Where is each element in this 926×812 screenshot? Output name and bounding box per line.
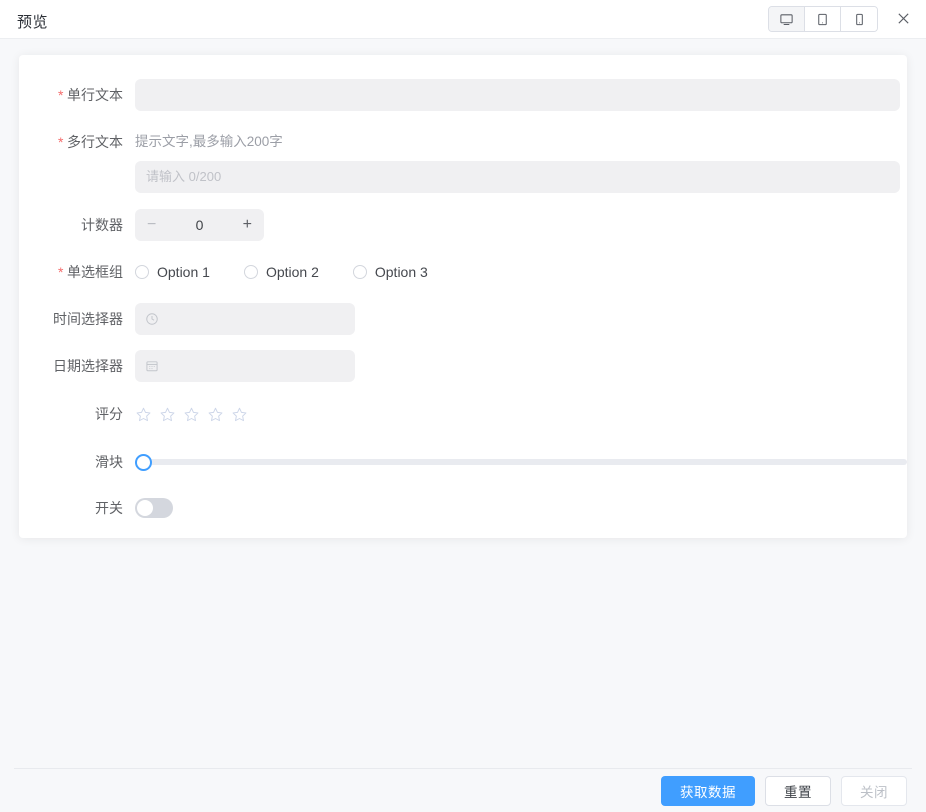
radio-group-field: Option 1 Option 2 Option 3 xyxy=(135,256,907,288)
star-icon[interactable] xyxy=(159,406,176,423)
radio-group: Option 1 Option 2 Option 3 xyxy=(135,256,907,288)
star-icon[interactable] xyxy=(135,406,152,423)
star-icon[interactable] xyxy=(207,406,224,423)
desktop-icon xyxy=(779,12,794,27)
switch-knob xyxy=(137,500,153,516)
star-icon[interactable] xyxy=(231,406,248,423)
multi-text-help: 提示文字,最多输入200字 xyxy=(135,126,907,158)
radio-option-3[interactable]: Option 3 xyxy=(353,264,428,280)
radio-option-3-label: Option 3 xyxy=(375,264,428,280)
date-picker-input[interactable] xyxy=(135,350,355,382)
close-icon xyxy=(896,11,911,29)
date-picker-field xyxy=(135,350,907,382)
radio-circle-icon xyxy=(244,265,258,279)
multi-text-counter: 0/200 xyxy=(189,169,222,184)
time-picker-input[interactable] xyxy=(135,303,355,335)
multi-text-field: 提示文字,最多输入200字 请输入 0/200 xyxy=(135,126,907,193)
quantity-stepper[interactable]: − 0 + xyxy=(135,209,264,241)
star-icon[interactable] xyxy=(183,406,200,423)
rating-field xyxy=(135,398,907,430)
page-title: 预览 xyxy=(17,11,48,32)
date-picker-label: 日期选择器 xyxy=(19,350,135,382)
get-data-button[interactable]: 获取数据 xyxy=(661,776,755,806)
switch-label: 开关 xyxy=(19,492,135,524)
close-button[interactable]: 关闭 xyxy=(841,776,907,806)
slider-field xyxy=(135,446,907,478)
close-dialog-button[interactable] xyxy=(890,7,916,33)
stepper-plus-button[interactable]: + xyxy=(243,216,252,234)
radio-group-label: 单选框组 xyxy=(19,256,135,288)
slider-track[interactable] xyxy=(137,459,907,465)
device-tablet-button[interactable] xyxy=(805,7,841,31)
radio-circle-icon xyxy=(135,265,149,279)
tablet-icon xyxy=(815,12,830,27)
clock-icon xyxy=(145,312,159,326)
multi-text-placeholder: 请输入 xyxy=(146,169,185,184)
preview-header: 预览 xyxy=(0,0,926,39)
slider[interactable] xyxy=(135,446,907,478)
mobile-icon xyxy=(852,12,867,27)
switch-toggle[interactable] xyxy=(135,498,173,518)
calendar-icon xyxy=(145,359,159,373)
radio-option-1[interactable]: Option 1 xyxy=(135,264,210,280)
field-row-radio-group: 单选框组 Option 1 Option 2 Option 3 xyxy=(19,256,907,288)
multi-text-label: 多行文本 xyxy=(19,126,135,158)
radio-circle-icon xyxy=(353,265,367,279)
field-row-slider: 滑块 xyxy=(19,446,907,478)
footer-actions: 获取数据 重置 关闭 xyxy=(0,769,926,812)
radio-option-2[interactable]: Option 2 xyxy=(244,264,319,280)
time-picker-label: 时间选择器 xyxy=(19,303,135,335)
device-toggle-group[interactable] xyxy=(768,6,878,32)
radio-option-1-label: Option 1 xyxy=(157,264,210,280)
single-text-input[interactable] xyxy=(135,79,900,111)
field-row-counter: 计数器 − 0 + xyxy=(19,209,907,241)
field-row-date-picker: 日期选择器 xyxy=(19,350,907,382)
field-row-switch: 开关 xyxy=(19,492,907,524)
reset-button[interactable]: 重置 xyxy=(765,776,831,806)
field-row-multi-text: 多行文本 提示文字,最多输入200字 请输入 0/200 xyxy=(19,126,907,193)
field-row-time-picker: 时间选择器 xyxy=(19,303,907,335)
slider-label: 滑块 xyxy=(19,446,135,478)
counter-field: − 0 + xyxy=(135,209,907,241)
single-text-label: 单行文本 xyxy=(19,79,135,111)
rating-stars[interactable] xyxy=(135,398,907,430)
field-row-rating: 评分 xyxy=(19,398,907,430)
rating-label: 评分 xyxy=(19,398,135,430)
device-desktop-button[interactable] xyxy=(769,7,805,31)
device-mobile-button[interactable] xyxy=(841,7,877,31)
field-row-single-text: 单行文本 xyxy=(19,79,907,111)
counter-label: 计数器 xyxy=(19,209,135,241)
stepper-value[interactable]: 0 xyxy=(196,217,204,233)
stepper-minus-button[interactable]: − xyxy=(147,216,156,234)
time-picker-field xyxy=(135,303,907,335)
radio-option-2-label: Option 2 xyxy=(266,264,319,280)
slider-handle[interactable] xyxy=(135,454,152,471)
multi-text-textarea[interactable]: 请输入 0/200 xyxy=(135,161,900,193)
single-text-field xyxy=(135,79,907,111)
preview-form-card: 单行文本 多行文本 提示文字,最多输入200字 请输入 0/200 计数器 − … xyxy=(19,55,907,538)
switch-field xyxy=(135,492,907,518)
